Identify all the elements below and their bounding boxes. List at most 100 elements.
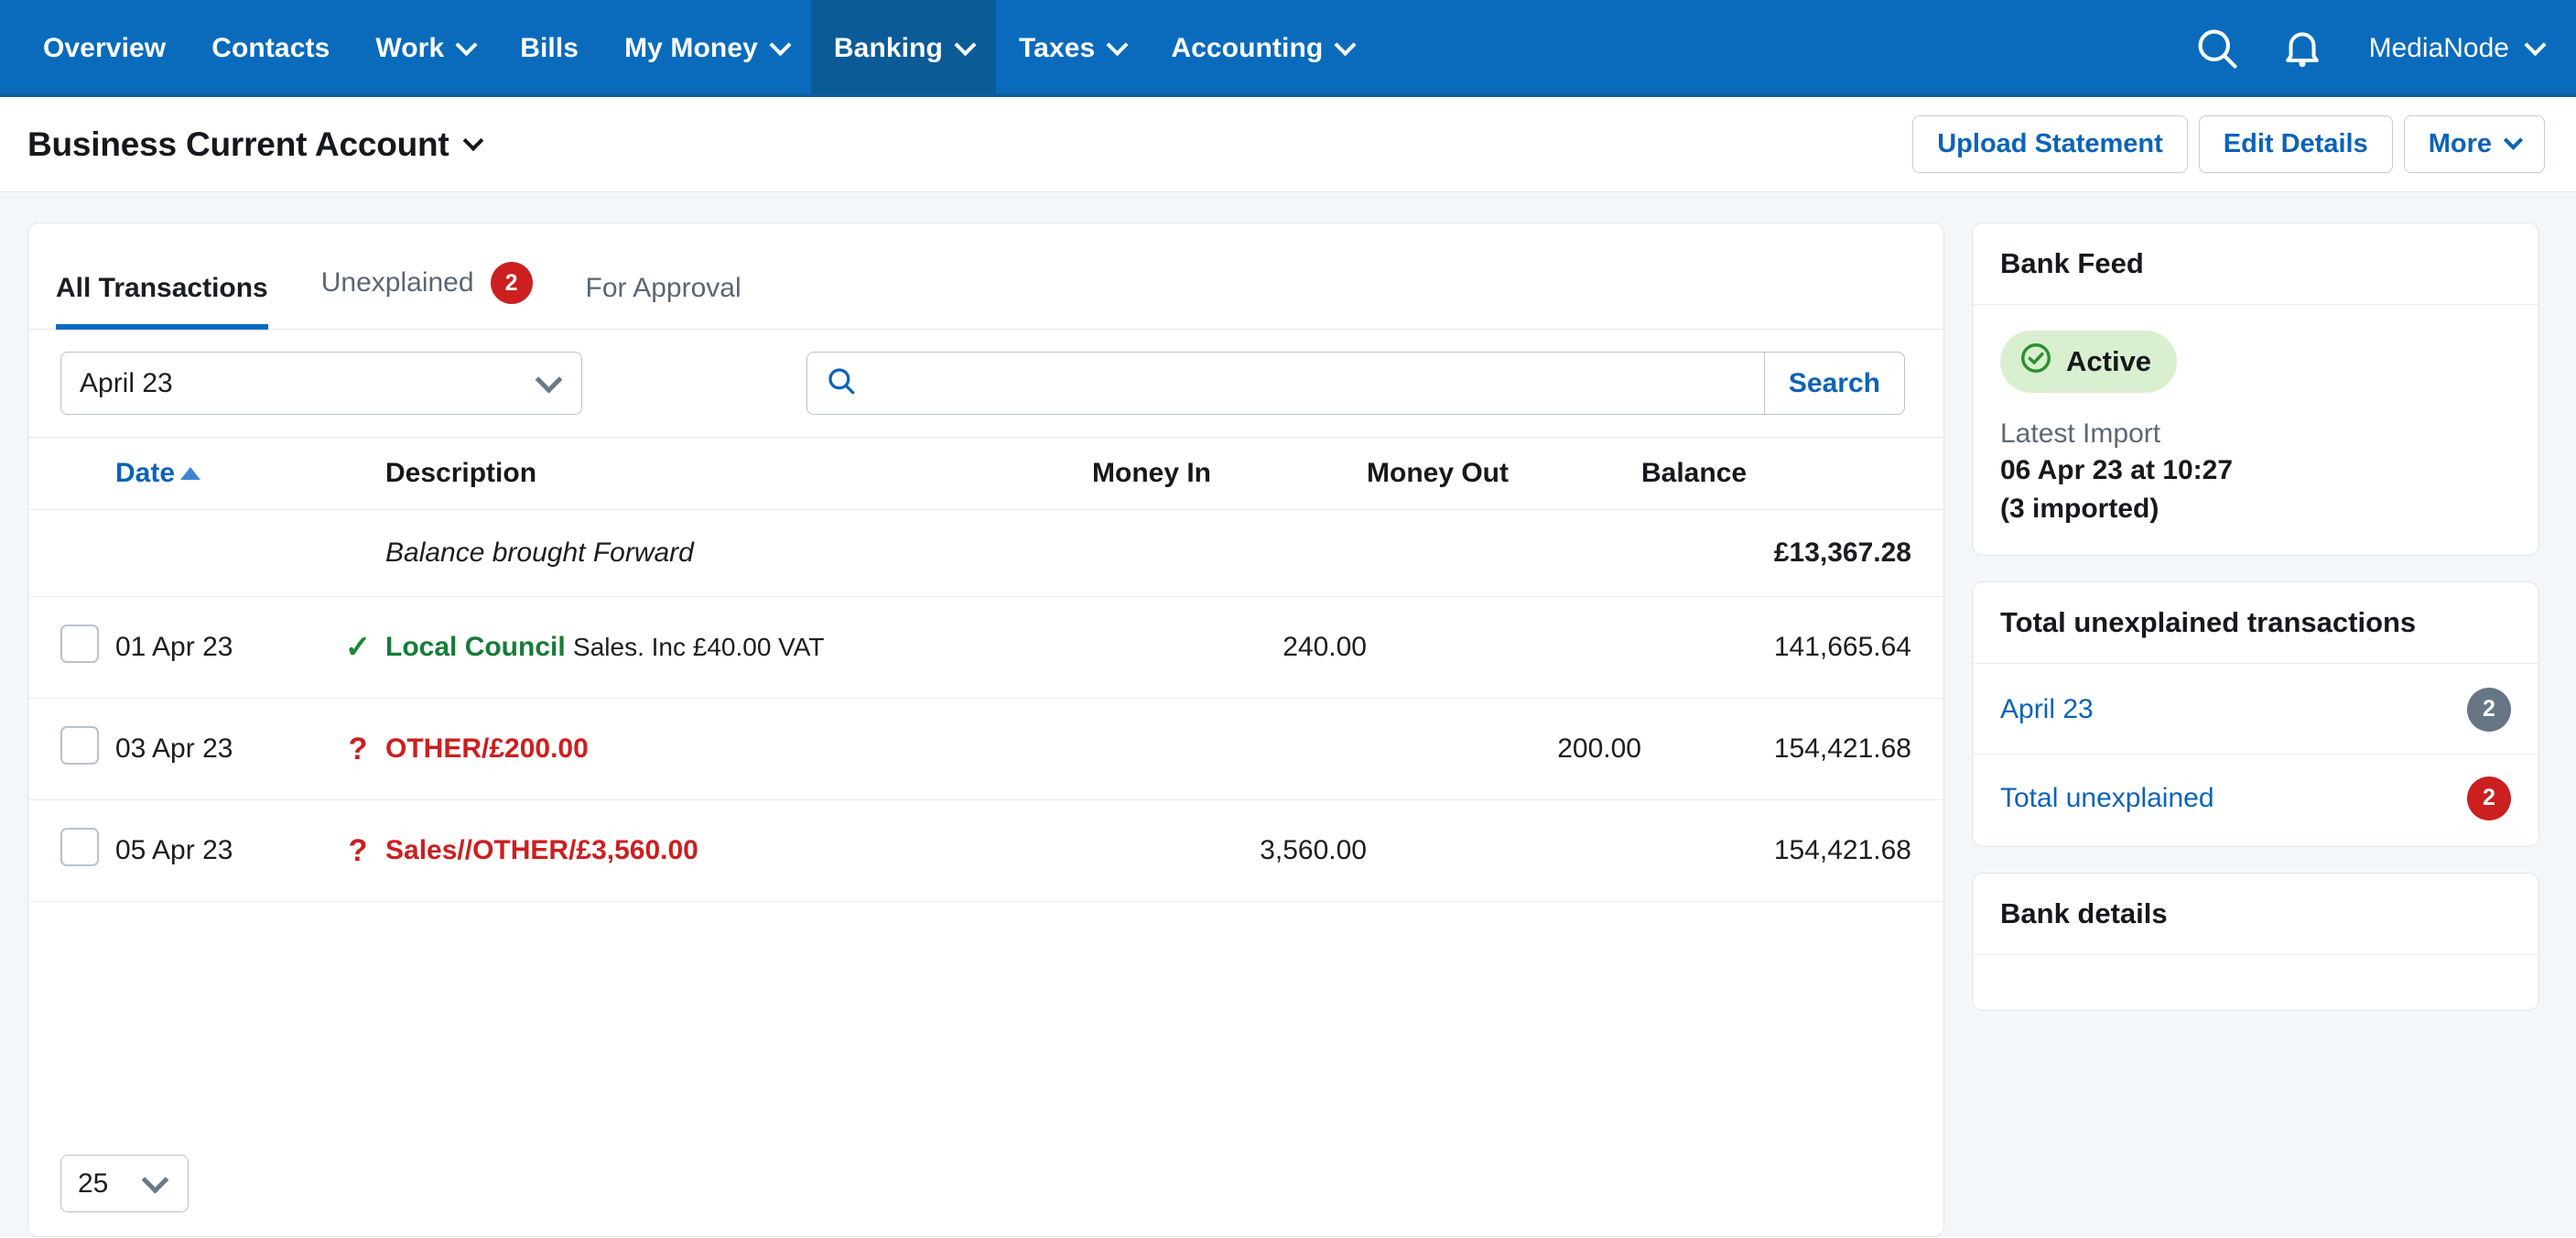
description-primary[interactable]: Local Council	[385, 632, 566, 662]
table-row[interactable]: 05 Apr 23 ? Sales//OTHER/£3,560.00 3,560…	[28, 799, 1943, 902]
more-button[interactable]: More	[2403, 115, 2545, 173]
tab-all-transactions[interactable]: All Transactions	[56, 273, 268, 330]
cell-empty	[1367, 509, 1641, 597]
button-label: Edit Details	[2223, 129, 2368, 158]
nav-item-accounting[interactable]: Accounting	[1148, 0, 1376, 97]
chevron-down-icon	[2524, 33, 2547, 56]
cell-checkbox	[28, 799, 115, 902]
tab-unexplained[interactable]: Unexplained 2	[321, 262, 533, 330]
latest-import-count: (3 imported)	[2000, 494, 2159, 525]
cell-flag: ?	[330, 698, 385, 800]
page-title: Business Current Account	[27, 125, 449, 163]
tab-label: Unexplained	[320, 267, 474, 298]
sort-by-date[interactable]: Date	[115, 458, 201, 489]
primary-nav: Overview Contacts Work Bills My Money Ba…	[0, 0, 1376, 97]
column-label: Money Out	[1367, 458, 1509, 488]
column-label: Balance	[1641, 458, 1748, 488]
cell-empty	[28, 509, 115, 597]
cell-money-in: 240.00	[1092, 596, 1367, 699]
check-circle-icon	[2019, 341, 2053, 383]
description-primary[interactable]: Sales//OTHER/£3,560.00	[385, 835, 698, 865]
tab-label: All Transactions	[56, 273, 268, 303]
nav-item-my-money[interactable]: My Money	[601, 0, 811, 97]
column-flag	[330, 437, 385, 510]
table-header: Date Description Money In Money Out Bala…	[28, 437, 1943, 510]
table-footer: 25	[28, 1131, 1943, 1236]
unexplained-list: April 23 2 Total unexplained 2	[1973, 664, 2538, 846]
transactions-panel: All Transactions Unexplained 2 For Appro…	[27, 223, 1944, 1237]
unexplained-question-icon: ?	[348, 731, 368, 766]
chevron-down-icon	[1106, 33, 1129, 56]
cell-brought-forward-label: Balance brought Forward	[385, 509, 1092, 597]
row-checkbox[interactable]	[60, 726, 99, 765]
chevron-down-icon	[1334, 33, 1357, 56]
nav-item-contacts[interactable]: Contacts	[189, 0, 352, 97]
period-select[interactable]: April 23	[60, 352, 582, 415]
bank-feed-body: Active Latest Import 06 Apr 23 at 10:27 …	[1973, 305, 2538, 555]
upload-statement-button[interactable]: Upload Statement	[1912, 115, 2188, 173]
button-label: More	[2428, 129, 2492, 158]
nav-item-label: Taxes	[1018, 33, 1096, 63]
page-size-selector[interactable]: 25	[60, 1155, 189, 1212]
row-checkbox[interactable]	[60, 828, 99, 866]
search-button[interactable]: Search	[1763, 352, 1905, 415]
description-secondary: Sales. Inc £40.00 VAT	[573, 633, 825, 661]
latest-import-value: 06 Apr 23 at 10:27	[2000, 455, 2234, 485]
nav-item-banking[interactable]: Banking	[810, 0, 996, 97]
nav-item-label: Work	[375, 33, 445, 63]
chevron-down-icon	[954, 33, 977, 56]
account-selector[interactable]: Business Current Account	[27, 125, 483, 164]
nav-item-bills[interactable]: Bills	[497, 0, 601, 97]
bank-feed-card: Bank Feed Active Latest Import 06 Apr 23…	[1972, 223, 2539, 556]
organisation-name: MediaNode	[2368, 33, 2509, 63]
sidebar: Bank Feed Active Latest Import 06 Apr 23…	[1972, 223, 2539, 1237]
column-description: Description	[385, 437, 1092, 510]
row-checkbox[interactable]	[60, 624, 99, 663]
period-filter[interactable]: April 23	[60, 352, 582, 415]
column-label: Description	[385, 458, 537, 488]
status-badge: 2	[2467, 687, 2511, 732]
nav-item-taxes[interactable]: Taxes	[996, 0, 1148, 97]
nav-utility-area: MediaNode	[2193, 0, 2576, 97]
chevron-down-icon	[455, 33, 478, 56]
status-badge: 2	[2467, 776, 2511, 820]
list-item[interactable]: Total unexplained 2	[1973, 753, 2538, 842]
unexplained-total-link[interactable]: Total unexplained	[2000, 783, 2214, 814]
nav-item-overview[interactable]: Overview	[20, 0, 189, 97]
cell-description: Local Council Sales. Inc £40.00 VAT	[385, 596, 1092, 699]
table-row[interactable]: 03 Apr 23 ? OTHER/£200.00 200.00 154,421…	[28, 698, 1943, 800]
cell-checkbox	[28, 596, 115, 699]
list-item[interactable]: April 23 2	[1973, 666, 2538, 754]
search-icon[interactable]	[2193, 25, 2241, 72]
nav-item-label: Accounting	[1171, 33, 1324, 63]
status-badge: Active	[2000, 331, 2178, 393]
table-body: Balance brought Forward £13,367.28 01 Ap…	[28, 509, 1943, 902]
unexplained-period-link[interactable]: April 23	[2000, 694, 2094, 725]
nav-item-work[interactable]: Work	[352, 0, 497, 97]
column-date[interactable]: Date	[115, 437, 330, 510]
bell-icon[interactable]	[2279, 26, 2325, 71]
tab-for-approval[interactable]: For Approval	[586, 273, 741, 330]
edit-details-button[interactable]: Edit Details	[2198, 115, 2393, 173]
cell-empty	[1092, 509, 1367, 597]
search-input[interactable]	[870, 368, 1746, 398]
unexplained-transactions-card: Total unexplained transactions April 23 …	[1972, 581, 2539, 847]
column-select-all	[28, 437, 115, 510]
page-header: Business Current Account Upload Statemen…	[0, 97, 2576, 192]
description-primary[interactable]: OTHER/£200.00	[385, 733, 589, 764]
cell-flag: ?	[330, 799, 385, 902]
cell-balance: 141,665.64	[1641, 596, 1943, 699]
search-icon	[826, 365, 857, 401]
chevron-down-icon	[2503, 130, 2524, 150]
search-field[interactable]	[806, 352, 1764, 415]
column-label: Money In	[1092, 458, 1212, 488]
bank-feed-title: Bank Feed	[1973, 223, 2538, 305]
unexplained-question-icon: ?	[348, 832, 368, 868]
column-money-out: Money Out	[1367, 437, 1641, 510]
table-row[interactable]: 01 Apr 23 ✓ Local Council Sales. Inc £40…	[28, 596, 1943, 699]
nav-item-label: Overview	[43, 33, 167, 63]
cell-checkbox	[28, 698, 115, 800]
organisation-menu[interactable]: MediaNode	[2368, 33, 2547, 64]
column-label: Date	[115, 458, 176, 488]
page-size-select[interactable]: 25	[60, 1155, 189, 1212]
